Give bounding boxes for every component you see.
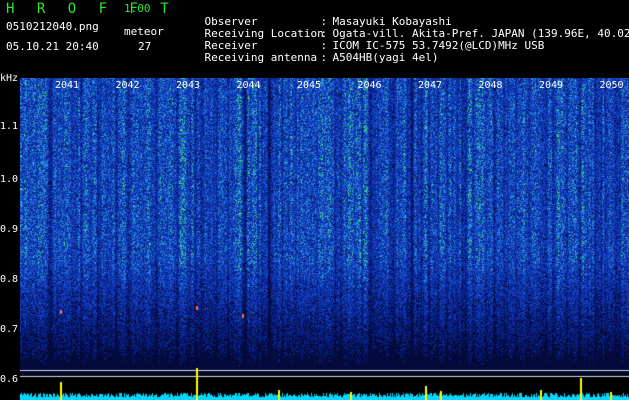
y-tick-label: 1.0 <box>0 174 19 185</box>
app-version: 1.00 <box>124 2 151 15</box>
x-tick-label: 2041 <box>55 80 80 91</box>
x-tick-label: 2046 <box>357 80 382 91</box>
header: H R O F F T 1.00 0510212040.png meteor 0… <box>0 0 629 76</box>
y-tick-label: 0.8 <box>0 274 19 285</box>
x-tick-label: 2043 <box>176 80 201 91</box>
antenna-value: A504HB(yagi 4el) <box>332 51 439 64</box>
meteor-count: 27 <box>138 40 152 53</box>
meteor-label: meteor <box>124 25 164 38</box>
spectrogram-canvas <box>20 78 629 400</box>
timestamp: 05.10.21 20:40 <box>6 40 99 53</box>
x-tick-label: 2042 <box>115 80 140 91</box>
y-axis-unit: kHz <box>0 73 19 84</box>
y-tick-label: 0.9 <box>0 224 19 235</box>
y-tick-label: 0.6 <box>0 374 19 385</box>
antenna-label: Receiving antenna <box>204 51 318 64</box>
x-tick-label: 2048 <box>478 80 503 91</box>
x-tick-label: 2047 <box>418 80 443 91</box>
x-tick-label: 2050 <box>599 80 624 91</box>
file-name: 0510212040.png <box>6 20 99 33</box>
separator: : <box>320 51 328 64</box>
antenna-row: Receiving antenna: A504HB(yagi 4el) <box>178 40 439 76</box>
y-tick-label: 0.7 <box>0 324 19 335</box>
y-tick-label: 1.1 <box>0 121 19 132</box>
spectrogram <box>20 78 629 400</box>
x-tick-label: 2044 <box>236 80 261 91</box>
x-tick-label: 2045 <box>297 80 322 91</box>
x-tick-label: 2049 <box>539 80 564 91</box>
